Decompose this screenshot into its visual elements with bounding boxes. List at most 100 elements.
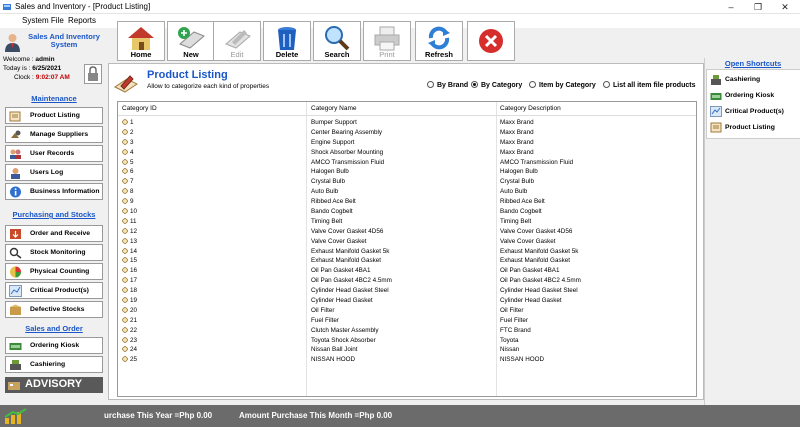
sidebar-item-label: Order and Receive — [30, 230, 91, 237]
radio-dot — [427, 81, 434, 88]
home-button[interactable]: Home — [117, 21, 165, 61]
welcome-value: admin — [35, 56, 55, 63]
sidebar-item-ordering-kiosk[interactable]: Ordering Kiosk — [5, 337, 103, 354]
trash-icon — [278, 27, 296, 50]
table-row[interactable]: 23 Toyota Shock Absorber Toyota — [118, 336, 696, 346]
radio-by-brand[interactable]: By Brand — [427, 81, 468, 89]
maintenance-title: Maintenance — [31, 94, 77, 103]
diamond-icon — [122, 138, 128, 145]
cell-text: 6 — [130, 168, 134, 176]
new-icon — [178, 27, 205, 49]
clock-row: Clock : 9:02:07 AM — [14, 74, 70, 82]
purchase-this-year: urchase This Year =Php 0.00 — [104, 411, 213, 420]
cell-category-name: Fuel Filter — [311, 316, 339, 324]
cell-category-id: 16 — [122, 266, 137, 276]
table-row[interactable]: 6 Halogen Bulb Halogen Bulb — [118, 167, 696, 177]
sidebar-item-stock-monitoring[interactable]: Stock Monitoring — [5, 244, 103, 261]
sidebar-item-user-records[interactable]: User Records — [5, 145, 103, 162]
delete-button[interactable]: Delete — [263, 21, 311, 61]
cell-category-name: Crystal Bulb — [311, 178, 345, 186]
shortcut-label: Critical Product(s) — [725, 108, 784, 115]
advisory-button[interactable]: ADVISORY — [5, 377, 103, 393]
table-row[interactable]: 16 Oil Pan Gasket 4BA1 Oil Pan Gasket 4BA1 — [118, 266, 696, 276]
purchasing-title: Purchasing and Stocks — [12, 210, 96, 219]
sidebar-item-product-listing[interactable]: Product Listing — [5, 107, 103, 124]
restore-button[interactable]: ❐ — [745, 0, 771, 14]
status-bar: urchase This Year =Php 0.00 Amount Purch… — [0, 405, 800, 427]
table-row[interactable]: 18 Cylinder Head Gasket Steel Cylinder Hea… — [118, 286, 696, 296]
table-row[interactable]: 5 AMCO Transmission Fluid AMCO Transmissio… — [118, 158, 696, 168]
table-row[interactable]: 17 Oil Pan Gasket 4BC2 4.5mm Oil Pan Gaske… — [118, 276, 696, 286]
refresh-button[interactable]: Refresh — [415, 21, 463, 61]
cell-text: 19 — [130, 297, 138, 305]
radio-list-all-items[interactable]: List all item file products — [603, 81, 695, 89]
table-row[interactable]: 21 Fuel Filter Fuel Filter — [118, 316, 696, 326]
menu-system-file[interactable]: System File — [22, 16, 64, 25]
growth-chart-icon — [4, 408, 27, 424]
minimize-button[interactable]: – — [718, 0, 744, 14]
table-row[interactable]: 24 Nissan Ball Joint Nissan — [118, 345, 696, 355]
table-row[interactable]: 12 Valve Cover Gasket 4D56 Valve Cover Gas… — [118, 227, 696, 237]
column-header-category-id[interactable]: Category ID — [122, 105, 157, 112]
table-row[interactable]: 7 Crystal Bulb Crystal Bulb — [118, 177, 696, 187]
radio-label: By Category — [481, 82, 523, 89]
cell-category-name: Bando Cogbelt — [311, 208, 353, 216]
menu-reports[interactable]: Reports — [68, 16, 96, 25]
search-button[interactable]: Search — [313, 21, 361, 61]
table-row[interactable]: 10 Bando Cogbelt Bando Cogbelt — [118, 207, 696, 217]
diamond-icon — [122, 336, 128, 343]
column-header-category-description[interactable]: Category Description — [500, 105, 561, 112]
sidebar-item-critical-products[interactable]: Critical Product(s) — [5, 282, 103, 299]
close-form-button[interactable] — [467, 21, 515, 61]
purchase-this-month: Amount Purchase This Month =Php 0.00 — [239, 411, 393, 420]
radio-item-by-category[interactable]: Item by Category — [529, 81, 596, 89]
diamond-icon — [122, 148, 128, 155]
print-button[interactable]: Print — [363, 21, 411, 61]
cell-category-name: Timing Belt — [311, 217, 343, 225]
window-close-button[interactable]: ✕ — [772, 0, 798, 14]
diamond-icon — [122, 356, 128, 363]
edit-button[interactable]: Edit — [213, 21, 261, 61]
column-header-category-name[interactable]: Category Name — [311, 105, 357, 112]
table-row[interactable]: 22 Clutch Master Assembly FTC Brand — [118, 326, 696, 336]
sidebar-item-manage-suppliers[interactable]: Manage Suppliers — [5, 126, 103, 143]
table-row[interactable]: 9 Ribbed Ace Belt Ribbed Ace Belt — [118, 197, 696, 207]
cell-category-description: Bando Cogbelt — [500, 208, 542, 216]
cell-text: 9 — [130, 198, 134, 206]
table-row[interactable]: 15 Exhaust Manifold Gasket Exhaust Manifol… — [118, 256, 696, 266]
new-button[interactable]: New — [167, 21, 215, 61]
table-row[interactable]: 11 Timing Belt Timing Belt — [118, 217, 696, 227]
diamond-icon — [122, 316, 128, 323]
sidebar-item-business-information[interactable]: Business Information — [5, 183, 103, 200]
table-row[interactable]: 2 Center Bearing Assembly Maxx Brand — [118, 128, 696, 138]
table-row[interactable]: 25 NISSAN HOOD NISSAN HOOD — [118, 355, 696, 365]
cell-category-description: Nissan — [500, 346, 520, 354]
product-listing-icon — [9, 111, 21, 122]
table-row[interactable]: 20 Oil Filter Oil Filter — [118, 306, 696, 316]
diamond-icon — [122, 277, 128, 284]
table-row[interactable]: 19 Cylinder Head Gasket Cylinder Head Gask… — [118, 296, 696, 306]
table-row[interactable]: 8 Auto Bulb Auto Bulb — [118, 187, 696, 197]
today-value: 6/25/2021 — [32, 65, 62, 72]
table-row[interactable]: 4 Shock Absorber Mounting Maxx Brand — [118, 148, 696, 158]
shortcuts-panel: Open Shortcuts Cashiering Ordering Kiosk… — [704, 58, 800, 408]
cell-category-id: 12 — [122, 227, 137, 237]
user-info-panel: Sales And Inventory System Welcome : adm… — [0, 28, 108, 88]
sidebar-item-order-and-receive[interactable]: Order and Receive — [5, 225, 103, 242]
table-row[interactable]: 13 Valve Cover Gasket Valve Cover Gasket — [118, 237, 696, 247]
table-row[interactable]: 3 Engine Support Maxx Brand — [118, 138, 696, 148]
cell-category-description: Maxx Brand — [500, 119, 534, 126]
table-body: 1 Bumper Support Maxx Brand 2 Center Bearing… — [118, 118, 696, 365]
table-row[interactable]: 1 Bumper Support Maxx Brand — [118, 118, 696, 128]
sidebar-item-users-log[interactable]: Users Log — [5, 164, 103, 181]
lock-button[interactable] — [84, 64, 102, 84]
cell-text: 15 — [130, 257, 138, 265]
new-label: New — [183, 50, 199, 59]
app-icon — [3, 4, 11, 10]
sidebar-item-cashiering[interactable]: Cashiering — [5, 356, 103, 373]
sidebar-item-defective-stocks[interactable]: Defective Stocks — [5, 301, 103, 318]
table-row[interactable]: 14 Exhaust Manifold Gasket 5k Exhaust Mani… — [118, 247, 696, 257]
radio-by-category[interactable]: By Category — [471, 81, 522, 89]
print-label: Print — [379, 50, 395, 59]
sidebar-item-physical-counting[interactable]: Physical Counting — [5, 263, 103, 280]
